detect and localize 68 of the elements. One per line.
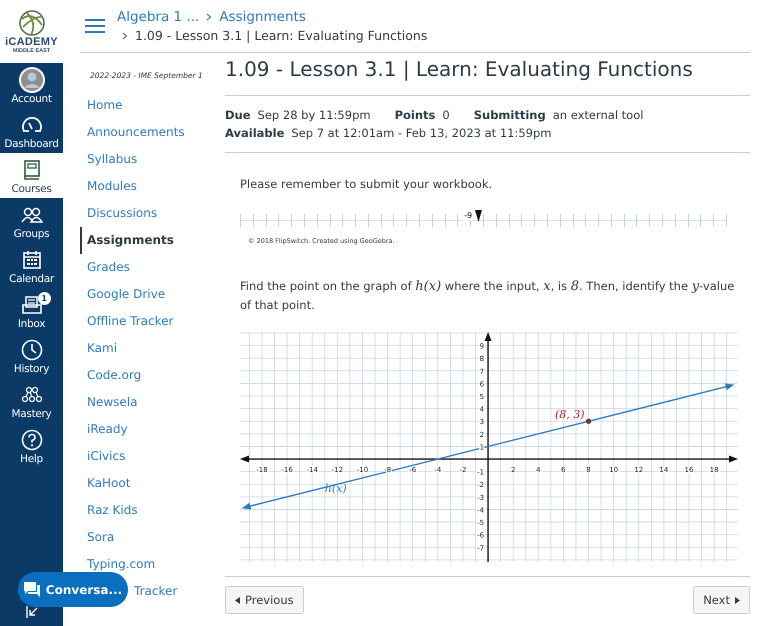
next-button[interactable]: Next bbox=[693, 586, 750, 614]
logo-wordmark: iCADEMY bbox=[5, 36, 58, 48]
course-nav-link[interactable]: iCivics bbox=[80, 443, 225, 470]
global-nav-item[interactable]: Help bbox=[0, 423, 63, 468]
chevron-icon bbox=[122, 32, 128, 40]
course-nav-link[interactable]: Code.org bbox=[80, 362, 225, 389]
detail-value: Sep 28 by 11:59pm bbox=[258, 107, 371, 124]
global-nav-item[interactable]: Mastery bbox=[0, 378, 63, 423]
course-nav-link[interactable]: iReady bbox=[80, 416, 225, 443]
detail-label: Due bbox=[225, 107, 251, 124]
course-nav-link[interactable]: Assignments bbox=[80, 227, 225, 254]
collapse-icon[interactable] bbox=[26, 605, 38, 619]
global-nav-item[interactable]: Dashboard bbox=[0, 108, 63, 153]
course-nav-link[interactable]: Discussions bbox=[80, 200, 225, 227]
course-nav-link[interactable]: Kami bbox=[80, 335, 225, 362]
course-nav-link[interactable]: Announcements bbox=[80, 119, 225, 146]
calendar-icon bbox=[22, 250, 42, 270]
breadcrumb-current: 1.09 - Lesson 3.1 | Learn: Evaluating Functions bbox=[135, 28, 428, 43]
people-icon bbox=[20, 206, 42, 222]
caret-icon bbox=[235, 596, 240, 604]
global-nav-item[interactable]: Account bbox=[0, 63, 63, 108]
course-nav-link[interactable]: Grades bbox=[80, 254, 225, 281]
global-nav-item[interactable]: History bbox=[0, 333, 63, 378]
course-nav-link[interactable]: Syllabus bbox=[80, 146, 225, 173]
detail-value: 0 bbox=[442, 107, 450, 124]
reminder-text: Please remember to submit your workbook. bbox=[240, 177, 494, 191]
book-icon bbox=[22, 160, 40, 180]
chevron-icon bbox=[206, 13, 212, 21]
course-nav-link[interactable]: Offline Tracker bbox=[80, 308, 225, 335]
breadcrumb-link[interactable]: Assignments bbox=[219, 9, 306, 25]
detail-label: Points bbox=[394, 107, 436, 124]
page-title: 1.09 - Lesson 3.1 | Learn: Evaluating Functions bbox=[225, 57, 750, 96]
global-nav-item[interactable]: Courses bbox=[0, 153, 63, 198]
global-nav-item[interactable]: Groups bbox=[0, 198, 63, 243]
global-nav-item[interactable]: Calendar bbox=[0, 243, 63, 288]
menu-icon[interactable] bbox=[85, 19, 105, 33]
gauge-icon bbox=[20, 116, 42, 134]
unread-badge: 1 bbox=[38, 292, 50, 304]
course-nav-link[interactable]: Raz Kids bbox=[80, 497, 225, 524]
course-nav-link[interactable]: Sora bbox=[80, 524, 225, 551]
slider-thumb[interactable] bbox=[474, 210, 482, 222]
inbox-icon bbox=[20, 294, 42, 314]
detail-label: Available bbox=[225, 125, 284, 142]
course-nav-link[interactable]: Newsela bbox=[80, 389, 225, 416]
detail-value: Sep 7 at 12:01am - Feb 13, 2023 at 11:59pm bbox=[291, 125, 552, 142]
course-nav-link[interactable]: KaHoot bbox=[80, 470, 225, 497]
help-icon bbox=[20, 428, 42, 450]
global-nav-item[interactable]: 1 Inbox bbox=[0, 288, 63, 333]
globe-logo-icon bbox=[16, 8, 46, 36]
course-nav-link[interactable]: Home bbox=[80, 92, 225, 119]
course-nav-link[interactable]: Tracker bbox=[127, 578, 178, 605]
detail-label: Submitting bbox=[474, 107, 546, 124]
conversations-button[interactable]: Conversa... bbox=[18, 572, 128, 607]
course-nav-link[interactable]: Google Drive bbox=[80, 281, 225, 308]
nodes-icon bbox=[20, 386, 42, 404]
slider-track[interactable]: -9 bbox=[240, 209, 726, 227]
breadcrumb-link[interactable]: Algebra 1 ... bbox=[117, 9, 200, 25]
question-text: Find the point on the graph of h(x) where the input, x, is 8. Then, identify the y-value of that point. bbox=[240, 278, 736, 314]
chat-icon bbox=[24, 582, 40, 597]
detail-value: an external tool bbox=[552, 107, 644, 124]
course-nav-link[interactable]: Modules bbox=[80, 173, 225, 200]
caret-icon bbox=[735, 596, 740, 604]
avatar-icon bbox=[18, 66, 44, 92]
point-marker bbox=[586, 418, 592, 424]
slider-value: -9 bbox=[463, 211, 474, 221]
point-label: (8, 3) bbox=[554, 408, 585, 422]
clock-icon bbox=[20, 338, 42, 360]
previous-button[interactable]: Previous bbox=[225, 586, 304, 614]
